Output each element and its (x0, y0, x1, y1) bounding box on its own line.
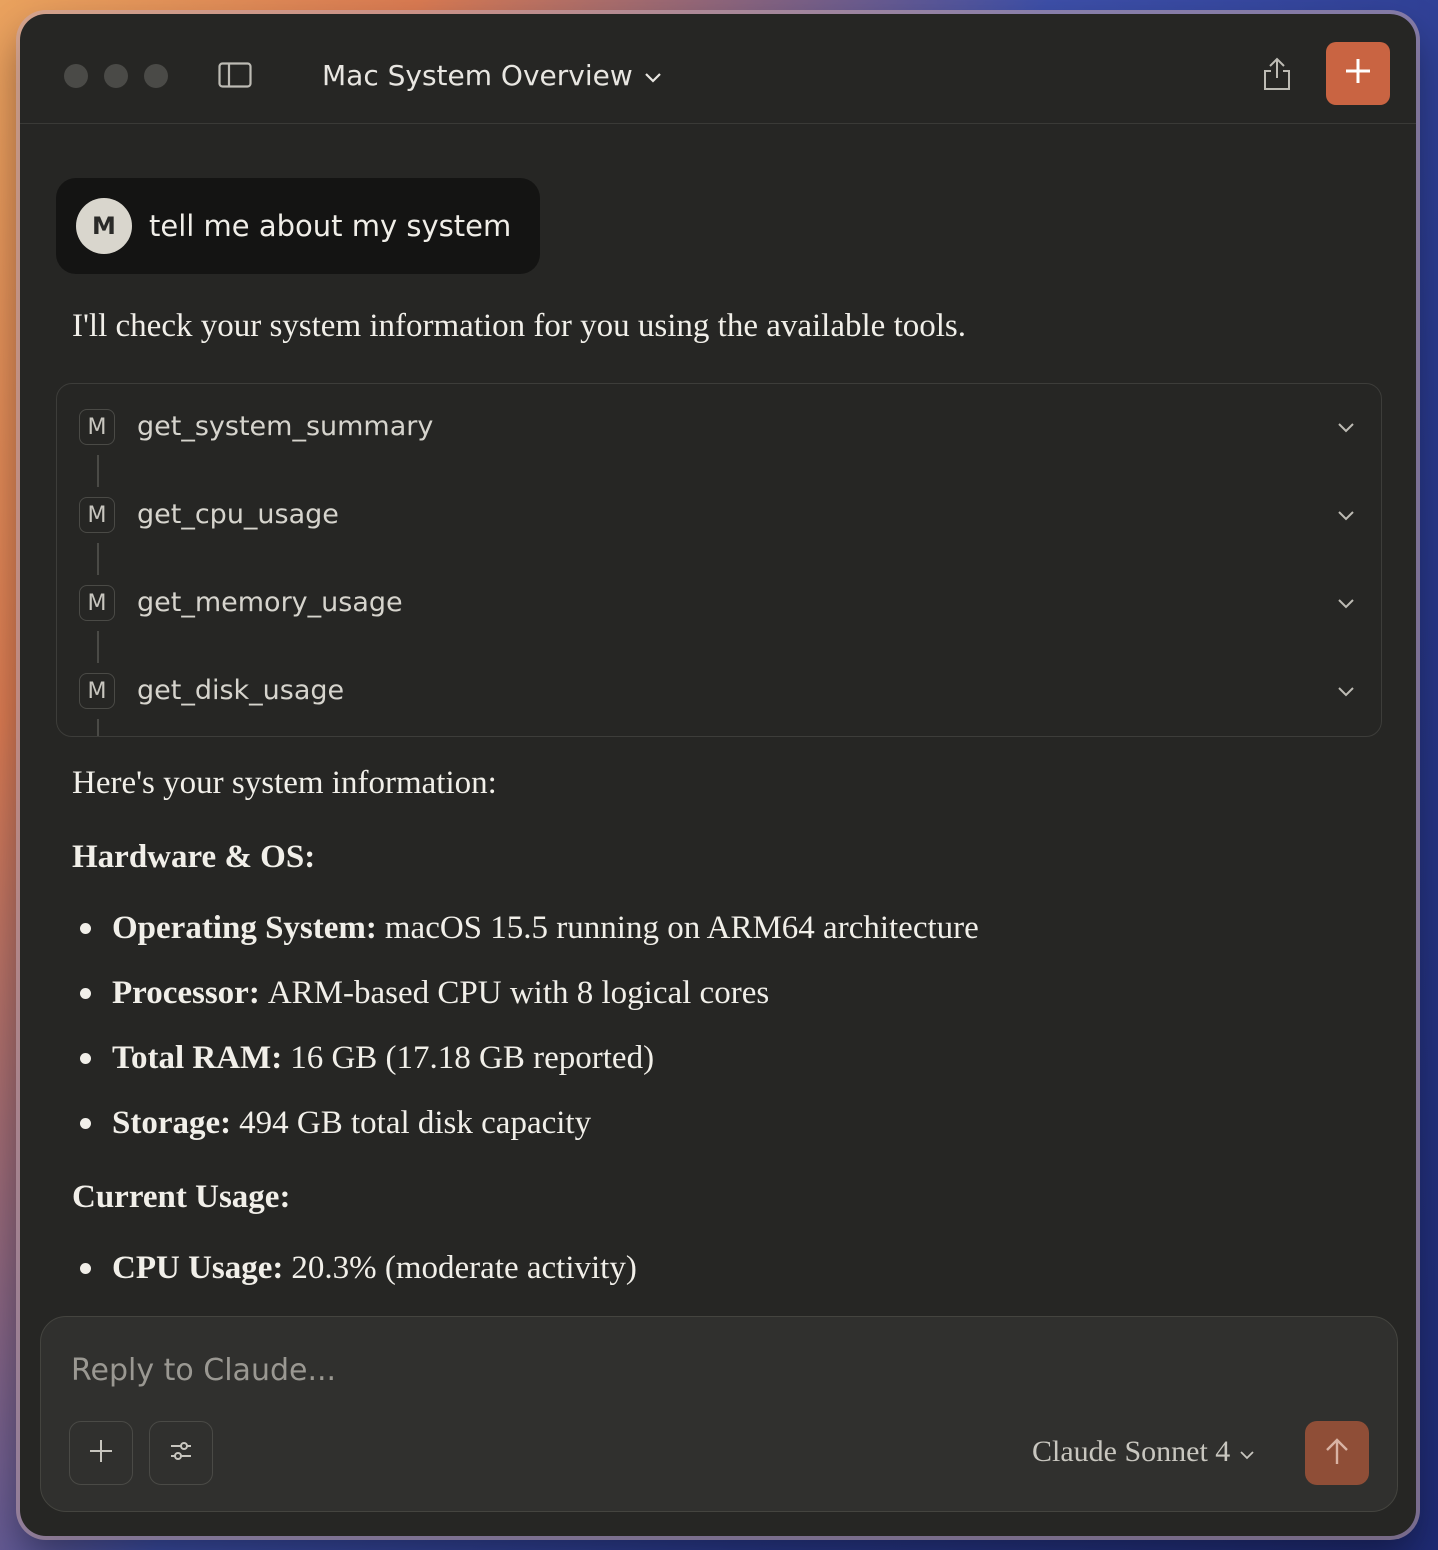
section-title: Hardware & OS: (72, 839, 316, 875)
tool-server-badge: M (79, 585, 115, 621)
tool-call-row[interactable]: M get_memory_usage (57, 575, 1381, 631)
bullet-dot (80, 1053, 91, 1064)
tool-connector-line (97, 719, 99, 736)
send-button[interactable] (1305, 1421, 1369, 1485)
user-message: M tell me about my system (56, 178, 540, 274)
tool-name: get_memory_usage (137, 587, 403, 618)
tool-server-badge: M (79, 497, 115, 533)
item-label: Operating System: (112, 910, 377, 946)
tool-name: get_cpu_usage (137, 499, 339, 530)
chevron-down-icon[interactable] (1335, 417, 1357, 439)
tool-call-row[interactable]: M get_disk_usage (57, 663, 1381, 719)
item-label: CPU Usage: (112, 1250, 284, 1286)
bullet-dot (80, 923, 91, 934)
item-value: 494 GB total disk capacity (239, 1105, 592, 1141)
plus-icon (1343, 56, 1373, 91)
title-bar: Mac System Overview (20, 14, 1416, 124)
tool-name: get_system_summary (137, 411, 434, 442)
item-value: 20.3% (moderate activity) (291, 1250, 637, 1286)
bullet-dot (80, 1263, 91, 1274)
tools-button[interactable] (149, 1421, 213, 1485)
assistant-intro-text: I'll check your system information for y… (72, 308, 966, 344)
chevron-down-icon (1238, 1435, 1256, 1469)
model-name: Claude Sonnet 4 (1032, 1435, 1231, 1468)
item-label: Processor: (112, 975, 260, 1011)
tool-server-badge: M (79, 409, 115, 445)
bullet-dot (80, 988, 91, 999)
sidebar-toggle-icon[interactable] (218, 62, 252, 88)
app-window: Mac System Overview M tell me about my s… (20, 14, 1416, 1536)
item-value: ARM-based CPU with 8 logical cores (267, 975, 770, 1011)
item-value: macOS 15.5 running on ARM64 architecture (384, 910, 979, 946)
summary-heading: Here's your system information: (72, 765, 497, 801)
section-title: Current Usage: (72, 1179, 291, 1215)
reply-input[interactable]: Reply to Claude... (71, 1353, 336, 1388)
chevron-down-icon[interactable] (1335, 681, 1357, 703)
bullet-dot (80, 1118, 91, 1129)
tool-calls-panel: M get_system_summary M get_cpu_usage M g… (56, 383, 1382, 737)
new-chat-button[interactable] (1326, 42, 1390, 105)
zoom-window-button[interactable] (144, 64, 168, 88)
attach-button[interactable] (69, 1421, 133, 1485)
sliders-icon (168, 1438, 194, 1469)
arrow-up-icon (1324, 1436, 1350, 1471)
list-item: CPU Usage: 20.3% (moderate activity) (80, 1250, 637, 1287)
model-selector[interactable]: Claude Sonnet 4 (1032, 1435, 1256, 1469)
tool-server-badge: M (79, 673, 115, 709)
tool-connector-line (97, 631, 99, 663)
item-value: 16 GB (17.18 GB reported) (290, 1040, 655, 1076)
item-label: Storage: (112, 1105, 232, 1141)
minimize-window-button[interactable] (104, 64, 128, 88)
reply-composer: Reply to Claude... Claude Sonnet 4 (40, 1316, 1398, 1512)
chevron-down-icon (643, 59, 663, 92)
chat-title-menu[interactable]: Mac System Overview (322, 54, 663, 96)
plus-icon (88, 1438, 114, 1469)
item-label: Total RAM: (112, 1040, 283, 1076)
list-item: Storage: 494 GB total disk capacity (80, 1105, 591, 1142)
close-window-button[interactable] (64, 64, 88, 88)
list-item: Operating System: macOS 15.5 running on … (80, 910, 979, 947)
share-icon[interactable] (1260, 56, 1294, 92)
chevron-down-icon[interactable] (1335, 505, 1357, 527)
avatar: M (76, 198, 132, 254)
chat-title: Mac System Overview (322, 58, 633, 92)
chevron-down-icon[interactable] (1335, 593, 1357, 615)
tool-connector-line (97, 543, 99, 575)
tool-name: get_disk_usage (137, 675, 345, 706)
tool-call-row[interactable]: M get_system_summary (57, 399, 1381, 455)
list-item: Total RAM: 16 GB (17.18 GB reported) (80, 1040, 654, 1077)
tool-call-row[interactable]: M get_cpu_usage (57, 487, 1381, 543)
list-item: Processor: ARM-based CPU with 8 logical … (80, 975, 769, 1012)
user-message-text: tell me about my system (149, 209, 512, 243)
tool-connector-line (97, 455, 99, 487)
